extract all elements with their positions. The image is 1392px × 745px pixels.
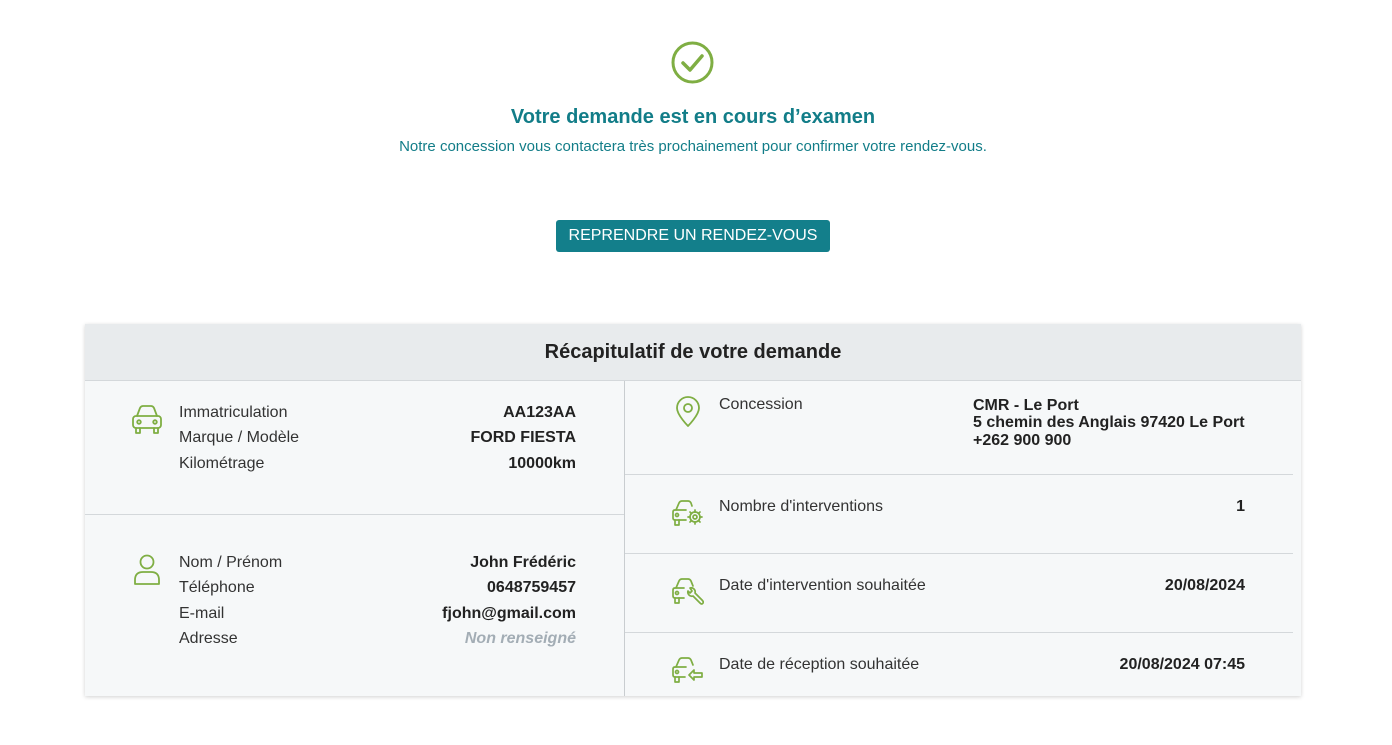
section-divider [625, 553, 1293, 554]
interventions-label: Nombre d'interventions [719, 498, 884, 515]
customer-label-name: Nom / Prénom [179, 554, 283, 571]
section-divider [625, 632, 1293, 633]
car-wrench-icon [672, 578, 705, 611]
customer-label-phone: Téléphone [179, 579, 255, 596]
section-divider [625, 474, 1293, 475]
vehicle-label-mileage: Kilométrage [179, 455, 265, 472]
vehicle-value-registration: AA123AA [503, 404, 576, 421]
check-circle-icon [671, 41, 714, 84]
dealership-address: 5 chemin des Anglais 97420 Le Port [973, 414, 1245, 431]
vehicle-label-model: Marque / Modèle [179, 429, 300, 446]
intervention-date-value: 20/08/2024 [1164, 577, 1245, 594]
customer-label-email: E-mail [179, 605, 225, 622]
car-gear-icon [672, 500, 704, 533]
dealership-phone: +262 900 900 [973, 432, 1072, 449]
vehicle-value-model: FORD FIESTA [470, 429, 576, 446]
reception-date-value: 20/08/2024 07:45 [1119, 656, 1245, 673]
vehicle-label-registration: Immatriculation [179, 404, 288, 421]
reception-date-label: Date de réception souhaitée [719, 656, 920, 673]
vehicle-value-mileage: 10000km [508, 455, 576, 472]
customer-value-name: John Frédéric [470, 554, 576, 571]
customer-value-address: Non renseigné [464, 630, 576, 647]
user-icon [133, 554, 161, 591]
map-pin-icon [675, 396, 701, 433]
section-divider [85, 514, 624, 515]
dealership-name: CMR - Le Port [973, 397, 1079, 414]
confirmation-subtitle: Notre concession vous contactera très pr… [399, 138, 987, 155]
confirmation-title: Votre demande est en cours d’examen [510, 106, 876, 128]
summary-title: Récapitulatif de votre demande [85, 324, 1301, 381]
car-icon [130, 404, 164, 441]
dealership-label: Concession [719, 396, 803, 413]
customer-label-address: Adresse [179, 630, 238, 647]
summary-card: Récapitulatif de votre demande Immatricu… [85, 324, 1301, 696]
customer-value-email: fjohn@gmail.com [442, 605, 576, 622]
new-appointment-button[interactable]: REPRENDRE UN RENDEZ-VOUS [556, 220, 830, 252]
interventions-value: 1 [1236, 498, 1245, 515]
intervention-date-label: Date d'intervention souhaitée [719, 577, 926, 594]
column-divider [624, 381, 625, 696]
customer-value-phone: 0648759457 [487, 579, 576, 596]
car-key-icon [672, 657, 704, 690]
